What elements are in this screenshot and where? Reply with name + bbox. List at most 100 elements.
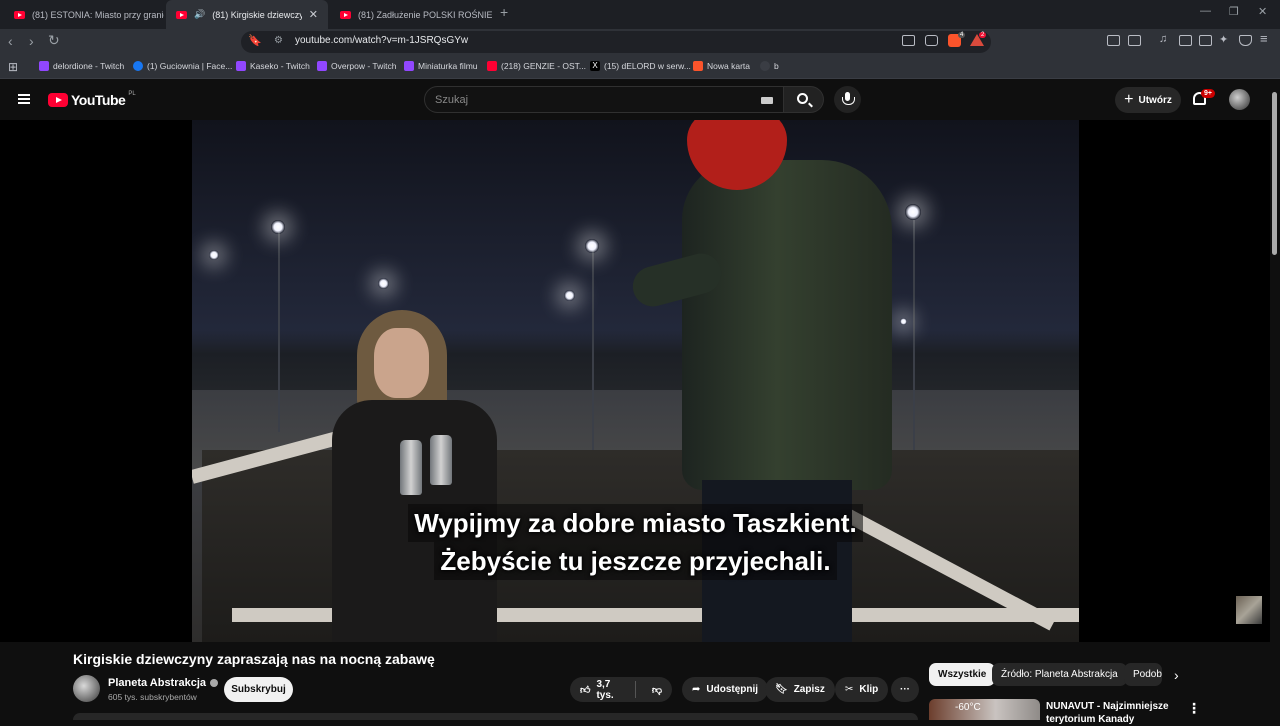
search-placeholder: Szukaj <box>435 94 469 106</box>
logo-text: YouTube <box>71 92 126 108</box>
recommendation-title[interactable]: NUNAVUT - Najzimniejsze terytorium Kanad… <box>1046 700 1176 726</box>
bookmark-item[interactable]: b <box>760 61 779 71</box>
search-button[interactable] <box>784 86 824 113</box>
street-lamp <box>905 204 921 220</box>
browser-tab[interactable]: (81) Zadłużenie POLSKI ROŚNIE - w <box>330 0 492 29</box>
bookmark-label: delordione - Twitch <box>53 61 125 71</box>
minimize-icon[interactable]: — <box>1200 5 1211 17</box>
video-player[interactable]: Wypijmy za dobre miasto Taszkient. Żebyś… <box>0 120 1270 642</box>
street-lamp <box>378 278 389 289</box>
miniplayer-thumbnail[interactable] <box>1236 596 1262 624</box>
bookmark-page-icon[interactable]: 🔖 <box>248 34 262 47</box>
more-actions-button[interactable]: ··· <box>891 677 919 702</box>
sidebar-icon[interactable] <box>1179 35 1192 46</box>
save-button[interactable]: 🔖︎ Zapisz <box>765 677 835 702</box>
chip-similar[interactable]: Podob <box>1124 663 1162 686</box>
wallet-icon[interactable] <box>1199 35 1212 46</box>
subtitle-line-2: Żebyście tu jeszcze przyjechali. <box>434 542 837 580</box>
maximize-icon[interactable]: ❐ <box>1229 5 1239 18</box>
search-input[interactable]: Szukaj <box>424 86 784 113</box>
voice-search-button[interactable] <box>834 86 861 113</box>
verified-icon <box>210 679 219 687</box>
description-box[interactable] <box>73 713 918 720</box>
chip-all[interactable]: Wszystkie <box>929 663 996 686</box>
lamp-pole <box>278 232 280 432</box>
vpn-icon[interactable] <box>1239 35 1252 46</box>
bookmark-label: (15) dELORD w serw... <box>604 61 691 71</box>
leo-ai-icon[interactable]: ✦ <box>1219 33 1232 46</box>
apps-grid-icon[interactable]: ⊞ <box>8 60 18 74</box>
url-text[interactable]: youtube.com/watch?v=m-1JSRQsGYw <box>295 35 468 46</box>
tab-label: (81) ESTONIA: Miasto przy granicy z <box>32 9 164 20</box>
recommendation-thumbnail[interactable]: -60°C <box>929 699 1040 720</box>
share-label: Udostępnij <box>706 684 759 695</box>
reload-icon[interactable]: ↻ <box>48 32 60 49</box>
page-scrollbar[interactable] <box>1272 92 1277 255</box>
chip-source[interactable]: Źródło: Planeta Abstrakcja <box>992 663 1127 686</box>
share-button[interactable]: ➦ Udostępnij <box>682 677 769 702</box>
bookmark-label: b <box>774 61 779 71</box>
save-label: Zapisz <box>793 684 825 695</box>
share-page-icon[interactable] <box>925 35 938 46</box>
street-lamp <box>209 250 219 260</box>
music-icon[interactable]: ♫ <box>1159 33 1172 45</box>
site-info-icon[interactable]: ⚙ <box>274 35 283 46</box>
bookmark-label: Miniaturka filmu <box>418 61 478 71</box>
bookmark-icon: 🔖︎ <box>775 684 788 695</box>
like-button[interactable]: 👍︎ 3,7 tys. <box>570 677 629 702</box>
cast-icon[interactable] <box>902 35 915 46</box>
twitch-icon <box>236 61 246 71</box>
bookmark-item[interactable]: Kaseko - Twitch <box>236 61 310 71</box>
close-tab-icon[interactable]: ✕ <box>309 8 318 21</box>
youtube-icon <box>487 61 497 71</box>
youtube-favicon-icon <box>14 10 25 19</box>
chevron-right-icon[interactable]: › <box>1174 667 1179 683</box>
menu-icon[interactable]: ≡ <box>1260 31 1273 46</box>
thumbnail-text: -60°C <box>955 702 981 713</box>
subscribe-button[interactable]: Subskrybuj <box>224 677 293 702</box>
bookmark-item[interactable]: Overpow - Twitch <box>317 61 397 71</box>
country-code: PL <box>128 91 136 97</box>
keyboard-icon[interactable] <box>761 97 773 104</box>
reader-mode-icon[interactable] <box>1128 35 1141 46</box>
bottle <box>430 435 452 485</box>
bookmark-item[interactable]: Miniaturka filmu <box>404 61 478 71</box>
create-button[interactable]: + Utwórz <box>1115 87 1181 113</box>
browser-tab-bar: (81) ESTONIA: Miasto przy granicy z 🔊 (8… <box>0 0 1280 29</box>
new-tab-icon[interactable]: + <box>500 4 508 20</box>
bookmark-item[interactable]: Nowa karta <box>693 61 750 71</box>
youtube-play-icon <box>48 93 68 107</box>
channel-name-text: Planeta Abstrakcja <box>108 677 207 689</box>
dislike-button[interactable]: 👎︎ <box>642 677 672 702</box>
forward-icon[interactable]: › <box>29 33 34 49</box>
browser-tab[interactable]: (81) ESTONIA: Miasto przy granicy z <box>4 0 164 29</box>
bookmark-item[interactable]: delordione - Twitch <box>39 61 124 71</box>
back-icon[interactable]: ‹ <box>8 33 13 49</box>
tab-label: (81) Kirgiskie dziewczyny zap <box>212 9 302 20</box>
recommendation-menu-icon[interactable]: ⋮ <box>1187 700 1201 717</box>
bookmark-item[interactable]: (218) GENZIE - OST... <box>487 61 586 71</box>
bookmark-label: Overpow - Twitch <box>331 61 397 71</box>
thumbs-down-icon: 👎︎ <box>651 684 662 696</box>
street-lamp <box>271 220 285 234</box>
bookmark-item[interactable]: X (15) dELORD w serw... <box>590 61 691 71</box>
thumbs-up-icon: 👍︎ <box>580 684 591 696</box>
youtube-logo[interactable]: YouTube PL <box>48 91 136 108</box>
video-title: Kirgiskie dziewczyny zapraszają nas na n… <box>73 651 435 667</box>
bookmarks-bar: ⊞ delordione - Twitch (1) Guciownia | Fa… <box>0 55 1280 79</box>
hamburger-menu-icon[interactable] <box>18 94 30 104</box>
street-lamp <box>585 239 599 253</box>
notification-badge: 9+ <box>1201 89 1215 98</box>
channel-name[interactable]: Planeta Abstrakcja <box>108 677 219 689</box>
account-avatar[interactable] <box>1229 89 1250 110</box>
clip-button[interactable]: ✂ Klip <box>835 677 889 702</box>
close-window-icon[interactable]: ✕ <box>1258 5 1267 18</box>
scissors-icon: ✂ <box>845 684 854 695</box>
globe-icon <box>760 61 770 71</box>
extensions-icon[interactable] <box>1107 35 1120 46</box>
bookmark-item[interactable]: (1) Guciownia | Face... <box>133 61 232 71</box>
twitch-icon <box>39 61 49 71</box>
browser-tab-active[interactable]: 🔊 (81) Kirgiskie dziewczyny zap ✕ <box>166 0 328 29</box>
bottle <box>400 440 422 495</box>
channel-avatar[interactable] <box>73 675 100 702</box>
